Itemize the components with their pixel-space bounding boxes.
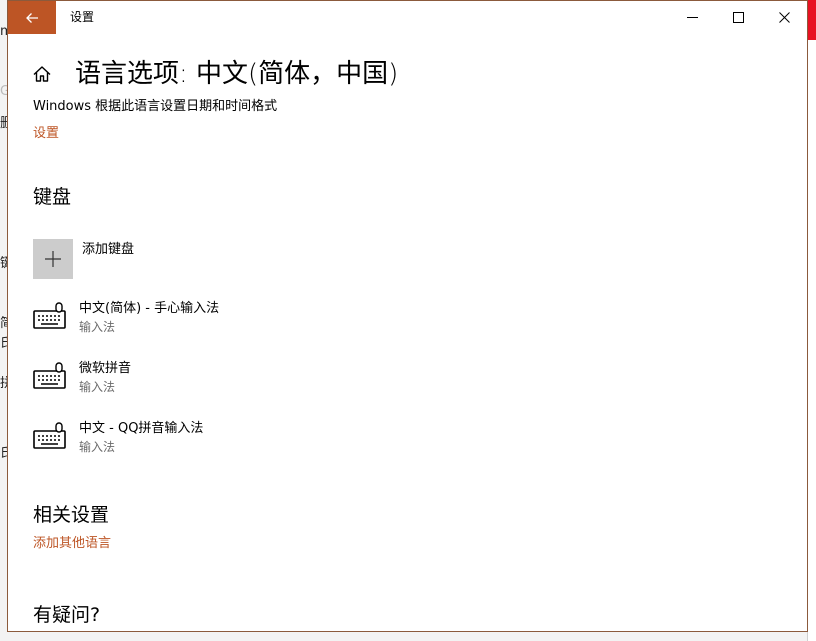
title-bar: 设置 (8, 1, 807, 34)
keyboard-item-name: 中文 - QQ拼音输入法 (79, 421, 204, 436)
keyboard-item-name: 中文(简体) - 手心输入法 (79, 301, 220, 316)
keyboard-item[interactable]: 中文(简体) - 手心输入法 输入法 (33, 300, 533, 344)
keyboard-icon (33, 362, 66, 389)
page-description: Windows 根据此语言设置日期和时间格式 (33, 99, 278, 114)
plus-icon (45, 251, 61, 267)
maximize-icon (732, 12, 744, 23)
minimize-button[interactable] (669, 1, 715, 34)
close-icon (778, 12, 790, 23)
add-language-link[interactable]: 添加其他语言 (33, 535, 111, 553)
bg-window-edge (807, 40, 816, 641)
page-title: 语言选项: 中文(简体，中国) (75, 59, 399, 89)
keyboard-item-type: 输入法 (79, 440, 116, 454)
back-button[interactable] (8, 1, 56, 34)
add-keyboard-tile (33, 239, 73, 279)
keyboard-item-type: 输入法 (79, 380, 116, 394)
close-button[interactable] (761, 1, 807, 34)
minimize-icon (686, 17, 698, 18)
keyboard-item-name: 微软拼音 (79, 361, 132, 376)
settings-window: 设置 语言选项: 中文(简体，中国) Windows 根据此语言设置日期和时间格… (7, 0, 808, 632)
keyboard-item[interactable]: 中文 - QQ拼音输入法 输入法 (33, 420, 533, 464)
keyboard-icon (33, 422, 66, 449)
keyboard-icon (33, 302, 66, 329)
back-arrow-icon (26, 12, 38, 23)
keyboard-item[interactable]: 微软拼音 输入法 (33, 360, 533, 404)
add-keyboard-label: 添加键盘 (82, 242, 135, 257)
add-keyboard-button[interactable]: 添加键盘 (33, 239, 433, 281)
settings-link[interactable]: 设置 (33, 125, 59, 143)
home-icon[interactable] (32, 64, 52, 84)
maximize-button[interactable] (715, 1, 761, 34)
keyboard-section-title: 键盘 (33, 186, 72, 208)
keyboard-item-type: 输入法 (79, 320, 116, 334)
bg-close-button[interactable] (808, 0, 816, 40)
window-title: 设置 (70, 10, 95, 24)
questions-title: 有疑问? (33, 604, 101, 626)
related-settings-title: 相关设置 (33, 504, 110, 526)
